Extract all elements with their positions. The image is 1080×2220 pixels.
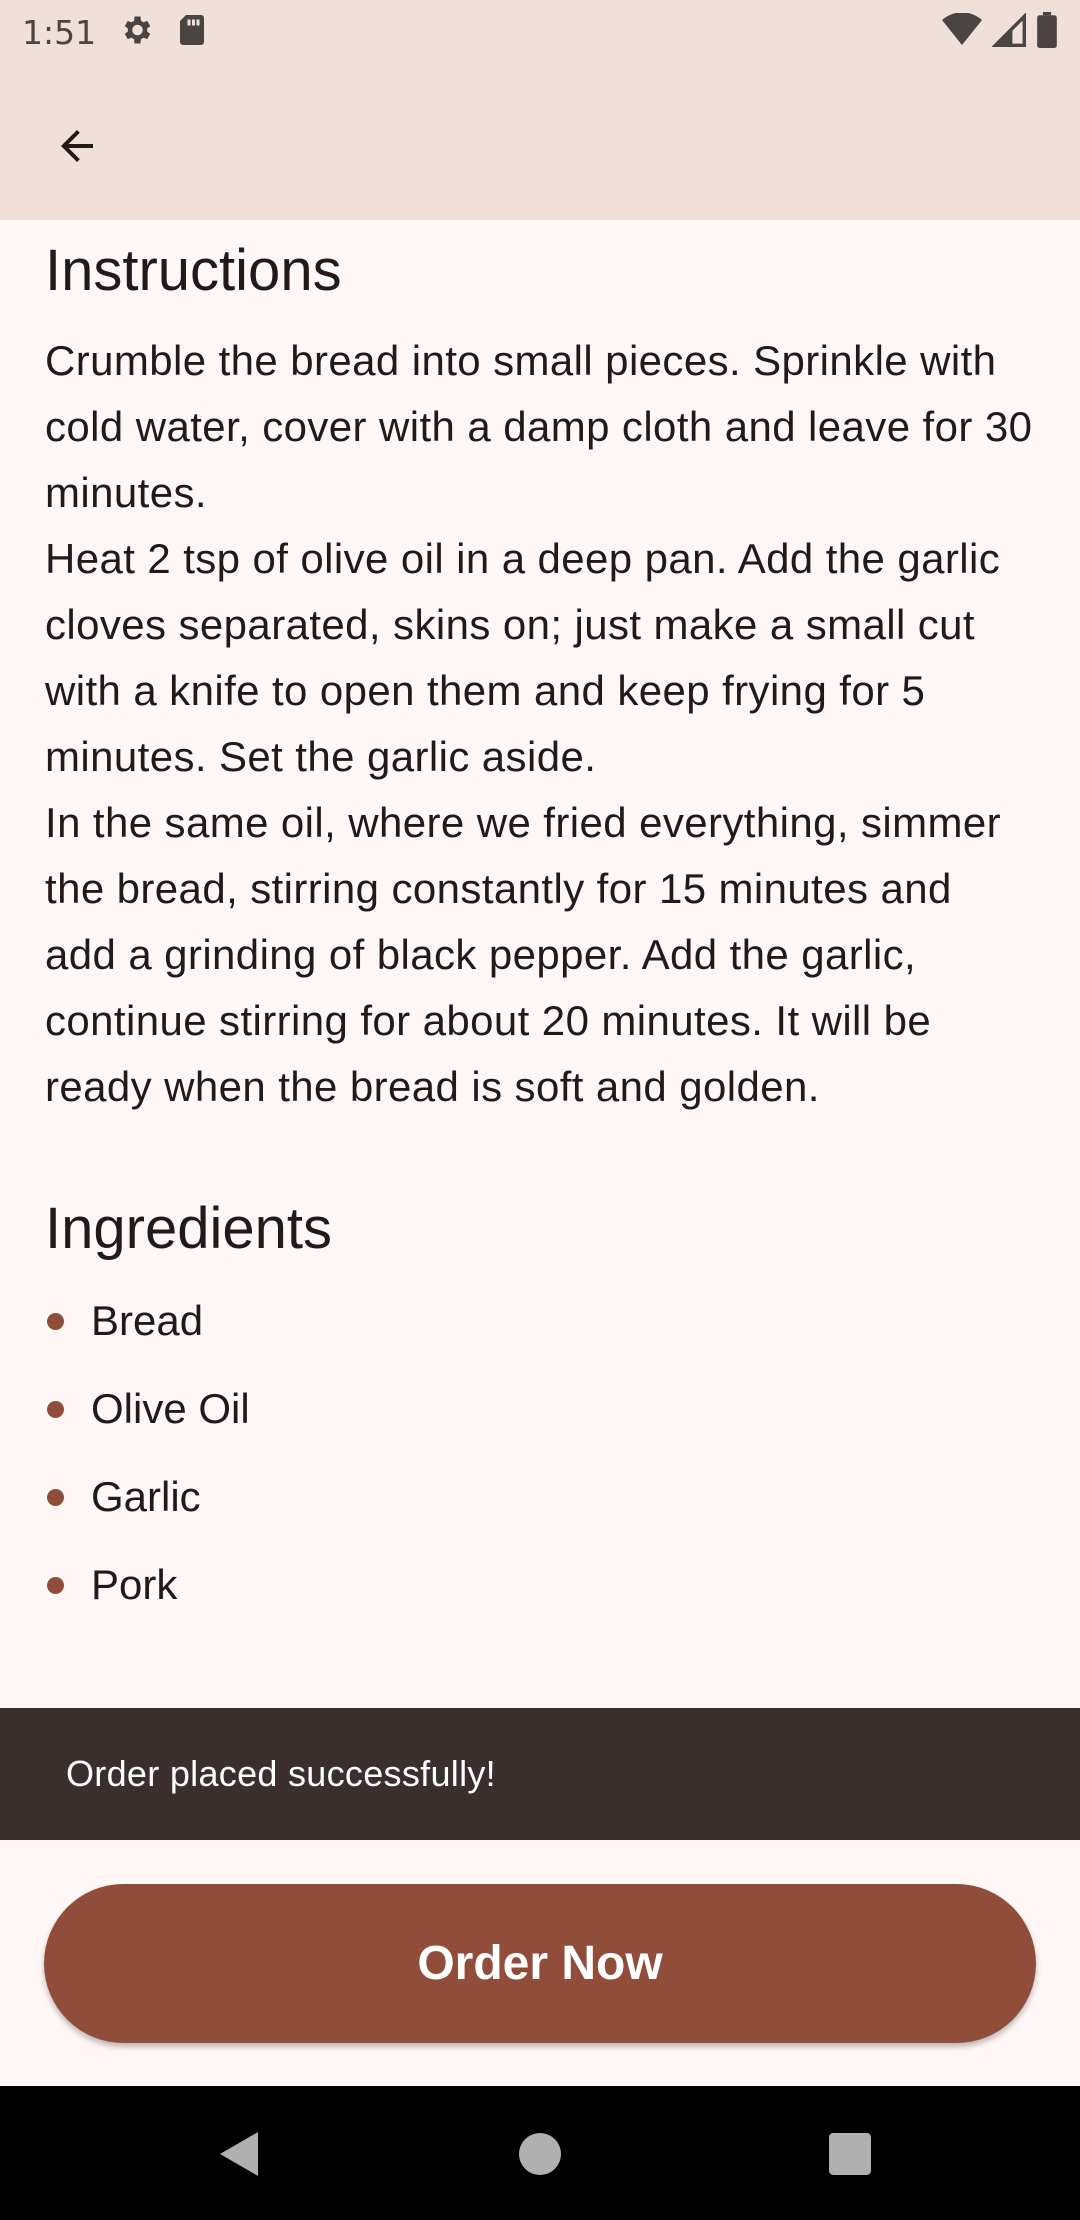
- nav-recents-button[interactable]: [810, 2116, 890, 2196]
- app-bar: [0, 64, 1080, 220]
- ingredient-item: Bread: [45, 1277, 1035, 1365]
- instructions-title: Instructions: [45, 238, 342, 303]
- bottom-action-area: Order Now: [0, 1840, 1080, 2086]
- nav-back-button[interactable]: [200, 2116, 280, 2196]
- instructions-text: Crumble the bread into small pieces. Spr…: [45, 336, 1033, 1110]
- ingredient-label: Olive Oil: [91, 1385, 250, 1433]
- signal-icon: [991, 11, 1026, 52]
- gear-icon: [118, 12, 154, 53]
- back-triangle-icon: [218, 2130, 262, 2183]
- ingredients-list: Bread Olive Oil Garlic Pork: [45, 1277, 1035, 1629]
- bullet-icon: [47, 1576, 64, 1594]
- wifi-icon: [942, 11, 982, 52]
- ingredient-label: Garlic: [91, 1473, 201, 1521]
- ingredients-title: Ingredients: [45, 1195, 332, 1261]
- battery-icon: [1036, 11, 1058, 53]
- bullet-icon: [47, 1312, 64, 1330]
- arrow-left-icon: [53, 122, 101, 175]
- order-now-button[interactable]: Order Now: [44, 1884, 1036, 2043]
- ingredient-item: Garlic: [45, 1453, 1035, 1541]
- status-bar: 1:51: [0, 0, 1080, 64]
- ingredient-item: Pork: [45, 1541, 1035, 1629]
- status-time: 1:51: [22, 12, 97, 52]
- recents-square-icon: [829, 2132, 871, 2180]
- ingredient-label: Pork: [91, 1561, 178, 1609]
- sd-card-icon: [176, 12, 208, 53]
- recipe-content[interactable]: Instructions Crumble the bread into smal…: [0, 220, 1080, 1708]
- bullet-icon: [47, 1488, 64, 1506]
- snackbar-message: Order placed successfully!: [66, 1753, 496, 1794]
- snackbar: Order placed successfully!: [0, 1708, 1080, 1840]
- nav-home-button[interactable]: [500, 2116, 580, 2196]
- home-circle-icon: [519, 2132, 561, 2180]
- bullet-icon: [47, 1400, 64, 1418]
- back-button[interactable]: [33, 104, 121, 192]
- ingredient-item: Olive Oil: [45, 1365, 1035, 1453]
- ingredient-label: Bread: [91, 1297, 204, 1345]
- system-nav-bar: [0, 2086, 1080, 2220]
